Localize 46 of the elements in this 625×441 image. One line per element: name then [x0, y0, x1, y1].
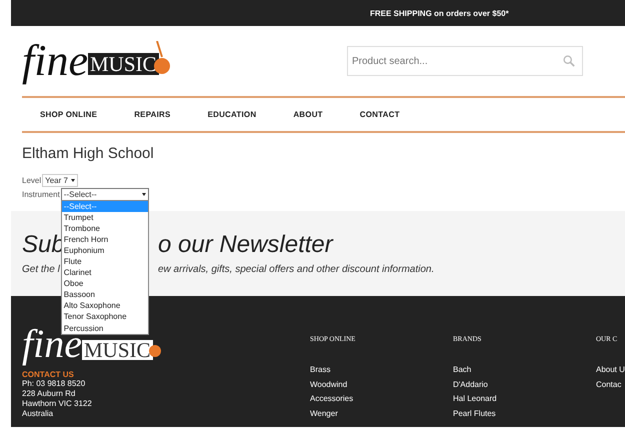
footer-link[interactable]: Hal Leonard [453, 392, 497, 406]
nav-link[interactable]: REPAIRS [134, 110, 171, 119]
newsletter-subtitle: ew arrivals, gifts, special offers and other discount information. [158, 264, 434, 275]
newsletter-heading: o our Newsletter [158, 231, 333, 259]
contact-heading: CONTACT US [22, 370, 75, 379]
dropdown-option[interactable]: Alto Saxophone [62, 300, 148, 312]
page-title: Eltham High School [22, 145, 155, 162]
dropdown-option[interactable]: Bassoon [62, 289, 148, 300]
footer-link[interactable]: Brass [310, 363, 330, 378]
dropdown-option[interactable]: French Horn [62, 234, 148, 245]
footer-link[interactable]: Woodwind [310, 378, 348, 392]
caret-icon [70, 178, 75, 182]
nav-link[interactable]: CONTACT [360, 110, 400, 119]
dropdown-option[interactable]: Tenor Saxophone [62, 311, 148, 323]
dropdown-option[interactable]: Euphonium [62, 244, 148, 256]
logo-wordmark: MUSIC [88, 53, 159, 75]
footer-link[interactable]: Contac [596, 378, 622, 392]
field-label: Instrument [22, 190, 60, 198]
search-icon[interactable] [563, 55, 575, 67]
field-label: Level [22, 176, 42, 184]
dropdown-option[interactable]: Oboe [62, 278, 148, 290]
dropdown[interactable]: Year 7 [42, 174, 78, 186]
footer-link[interactable]: About U [596, 363, 625, 378]
nav-link[interactable]: SHOP ONLINE [40, 110, 98, 119]
logo-script: fine [22, 39, 88, 83]
newsletter-subtitle: Get the l [22, 264, 60, 275]
footer-link[interactable]: D'Addario [453, 378, 488, 392]
dropdown-option[interactable]: Trombone [62, 222, 148, 234]
contact-line: Hawthorn VIC 3122 [22, 399, 93, 409]
footer-link[interactable]: Bach [453, 363, 472, 378]
shipping-promo: FREE SHIPPING on orders over $50* [370, 8, 509, 18]
footer-link[interactable]: Pearl Flutes [453, 406, 496, 421]
contact-line: Ph: 03 9818 8520 [22, 379, 86, 389]
dropdown-option[interactable]: Flute [62, 256, 148, 268]
dropdown-option[interactable]: Trumpet [62, 212, 148, 223]
search-field[interactable]: Product search... [347, 46, 583, 76]
contact-line: 228 Auburn Rd [22, 389, 76, 399]
caret-icon [142, 192, 146, 196]
nav-link[interactable]: ABOUT [293, 110, 323, 119]
footer-link[interactable]: Accessories [310, 392, 354, 406]
footer-link[interactable]: Wenger [310, 406, 338, 421]
nav-link[interactable]: EDUCATION [208, 110, 256, 119]
contact-line: Australia [22, 409, 54, 419]
dropdown-option[interactable]: Clarinet [62, 267, 148, 278]
logo-wordmark: MUSIC [82, 340, 153, 360]
dropdown[interactable]: --Select-- [60, 188, 149, 200]
